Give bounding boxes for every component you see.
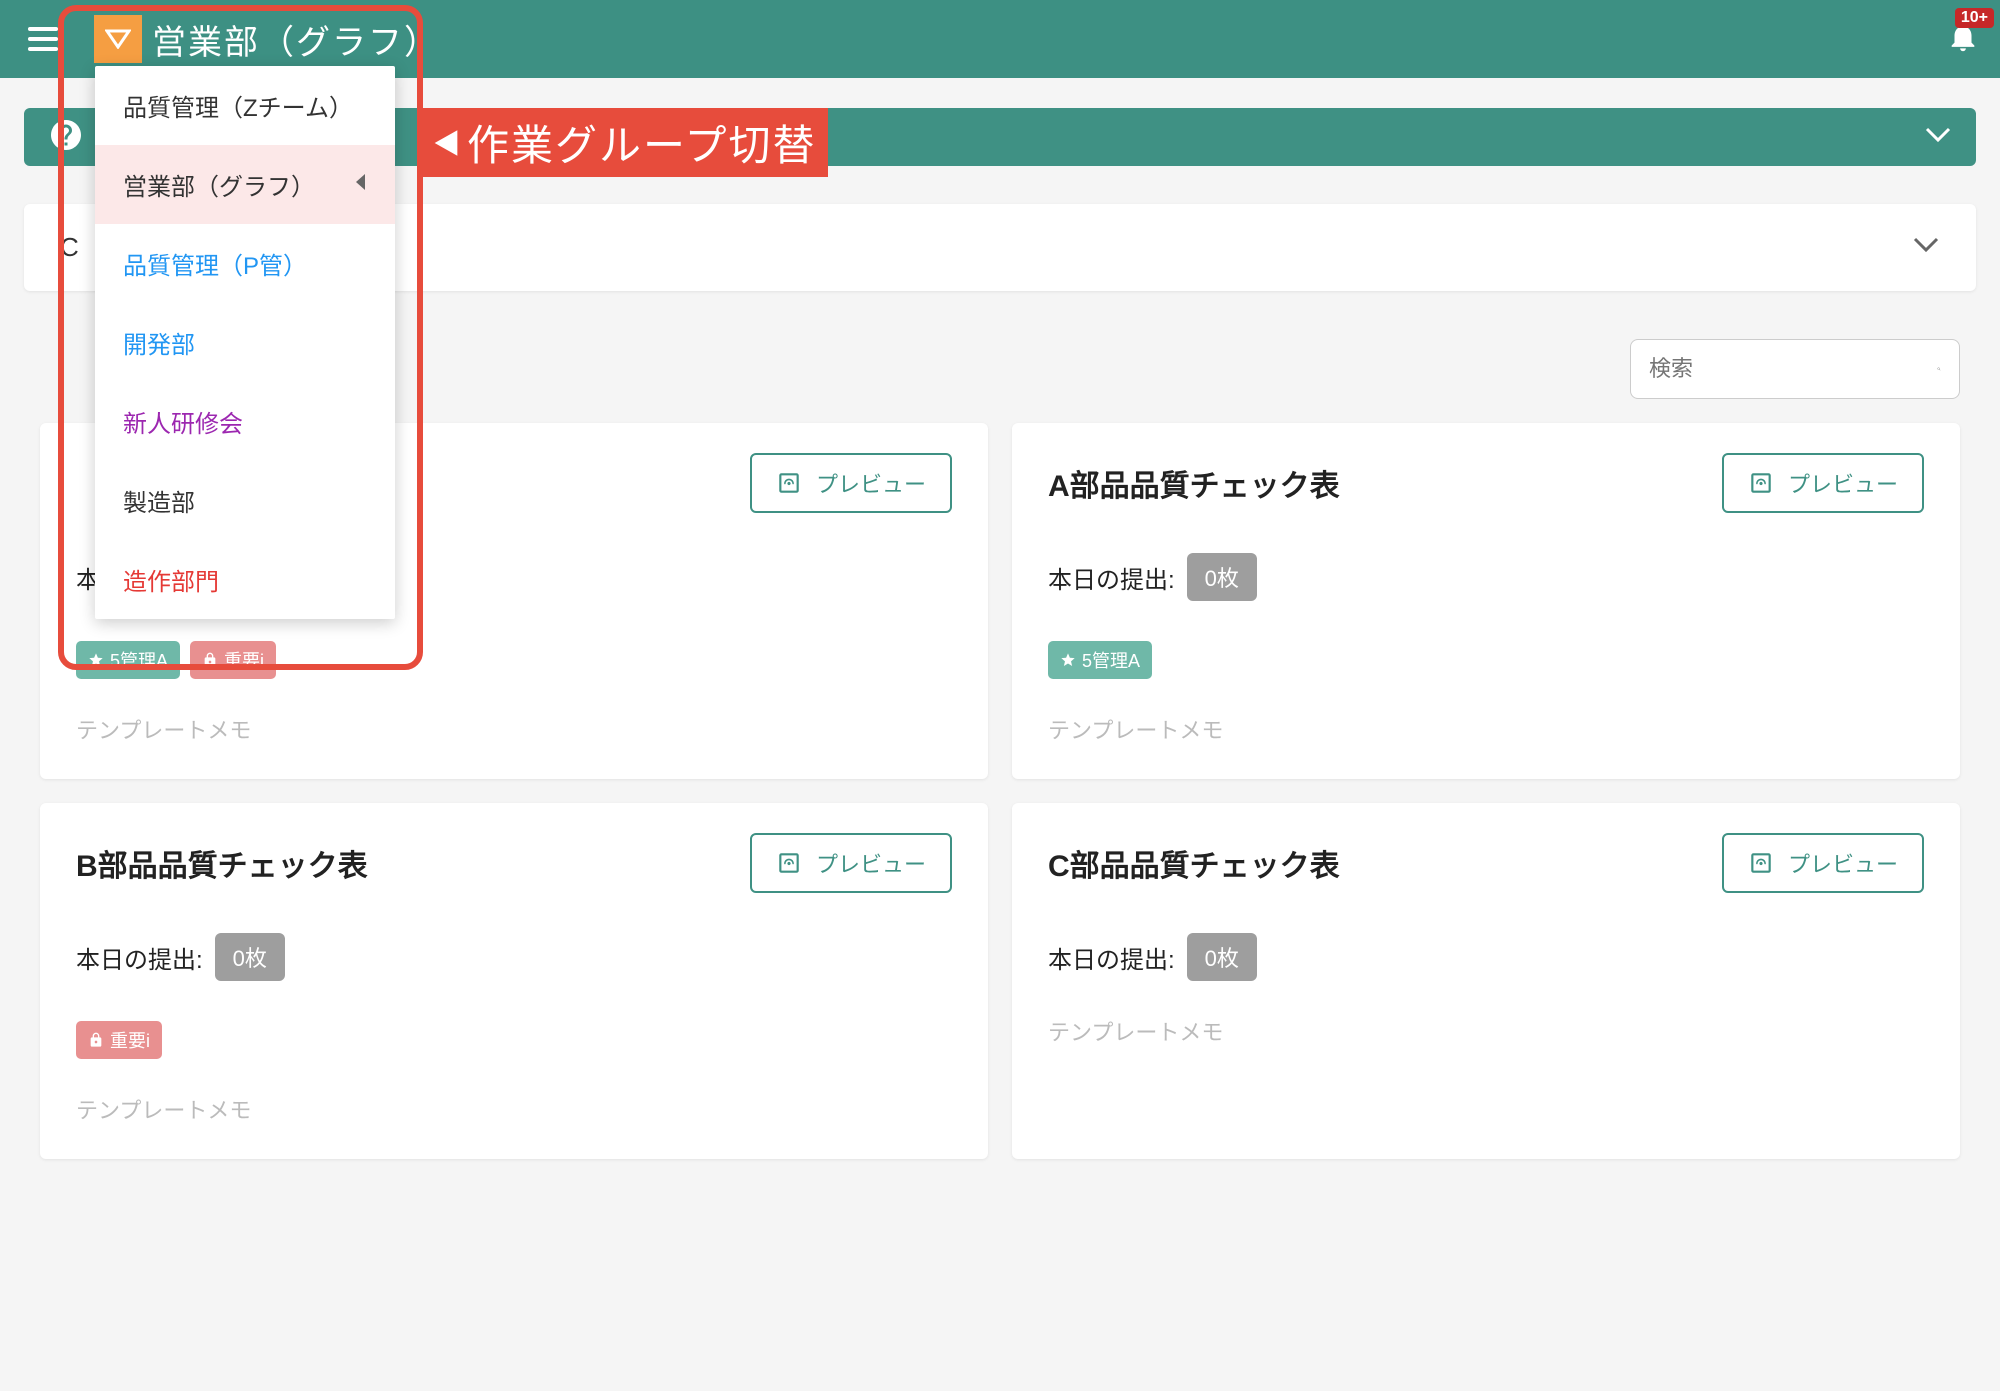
count-badge: 0枚 [1187, 933, 1257, 981]
preview-button[interactable]: プレビュー [750, 453, 952, 513]
dropdown-item-dev[interactable]: 開発部 [95, 303, 395, 382]
memo-label: テンプレートメモ [76, 713, 952, 745]
dropdown-item-manufacturing[interactable]: 製造部 [95, 461, 395, 540]
search-icon [1937, 355, 1941, 383]
lock-icon [202, 652, 218, 668]
search-box[interactable] [1630, 339, 1960, 399]
chevron-down-icon[interactable] [1912, 236, 1940, 259]
card-title: C部品品質チェック表 [1048, 841, 1340, 885]
template-card: B部品品質チェック表 プレビュー 本日の提出: 0枚 重要i テンプレートメモ [40, 803, 988, 1159]
group-dropdown-panel: 品質管理（Zチーム） 営業部（グラフ） 品質管理（P管） 開発部 新人研修会 製… [95, 66, 395, 619]
chevron-down-icon[interactable] [1924, 126, 1952, 149]
page-title: 営業部（グラフ） [152, 15, 440, 64]
memo-label: テンプレートメモ [1048, 1015, 1924, 1047]
preview-button[interactable]: プレビュー [1722, 453, 1924, 513]
submit-label: 本日の提出: [76, 940, 203, 975]
star-icon [1060, 652, 1076, 668]
preview-button[interactable]: プレビュー [1722, 833, 1924, 893]
group-dropdown-trigger[interactable] [94, 15, 142, 63]
preview-button[interactable]: プレビュー [750, 833, 952, 893]
dropdown-item-label: 開発部 [123, 325, 195, 360]
count-badge: 0枚 [215, 933, 285, 981]
tag-management: 5管理A [76, 641, 180, 679]
preview-icon [1748, 470, 1774, 496]
memo-label: テンプレートメモ [76, 1093, 952, 1125]
dropdown-item-quality-p[interactable]: 品質管理（P管） [95, 224, 395, 303]
dropdown-item-label: 製造部 [123, 483, 195, 518]
arrow-left-icon [353, 171, 367, 199]
memo-label: テンプレートメモ [1048, 713, 1924, 745]
search-input[interactable] [1649, 356, 1937, 382]
filter-label: C [60, 232, 79, 263]
dropdown-item-training[interactable]: 新人研修会 [95, 382, 395, 461]
dropdown-item-quality-z[interactable]: 品質管理（Zチーム） [95, 66, 395, 145]
triangle-down-icon [105, 29, 131, 49]
card-title: A部品品質チェック表 [1048, 461, 1340, 505]
submit-label: 本日の提出: [1048, 940, 1175, 975]
star-icon [88, 652, 104, 668]
dropdown-item-label: 品質管理（Zチーム） [123, 88, 353, 123]
arrow-left-icon [429, 126, 463, 160]
dropdown-item-label: 品質管理（P管） [123, 246, 307, 281]
template-card: C部品品質チェック表 プレビュー 本日の提出: 0枚 テンプレートメモ [1012, 803, 1960, 1159]
dropdown-item-label: 新人研修会 [123, 404, 243, 439]
dropdown-item-sales-graph[interactable]: 営業部（グラフ） [95, 145, 395, 224]
preview-icon [1748, 850, 1774, 876]
card-title: B部品品質チェック表 [76, 841, 368, 885]
preview-icon [776, 850, 802, 876]
tag-important: 重要i [190, 641, 276, 679]
dropdown-item-construction[interactable]: 造作部門 [95, 540, 395, 619]
annotation-label: 作業グループ切替 [423, 108, 828, 177]
notification-button[interactable]: 10+ [1946, 20, 1980, 59]
count-badge: 0枚 [1187, 553, 1257, 601]
help-icon[interactable] [48, 117, 84, 158]
preview-icon [776, 470, 802, 496]
hamburger-menu-icon[interactable] [20, 19, 66, 59]
tag-management: 5管理A [1048, 641, 1152, 679]
submit-label: 本日の提出: [1048, 560, 1175, 595]
template-card: A部品品質チェック表 プレビュー 本日の提出: 0枚 5管理A テンプレートメモ [1012, 423, 1960, 779]
notification-badge: 10+ [1955, 8, 1994, 28]
tag-important: 重要i [76, 1021, 162, 1059]
lock-icon [88, 1032, 104, 1048]
dropdown-item-label: 営業部（グラフ） [123, 167, 315, 202]
dropdown-item-label: 造作部門 [123, 562, 219, 597]
